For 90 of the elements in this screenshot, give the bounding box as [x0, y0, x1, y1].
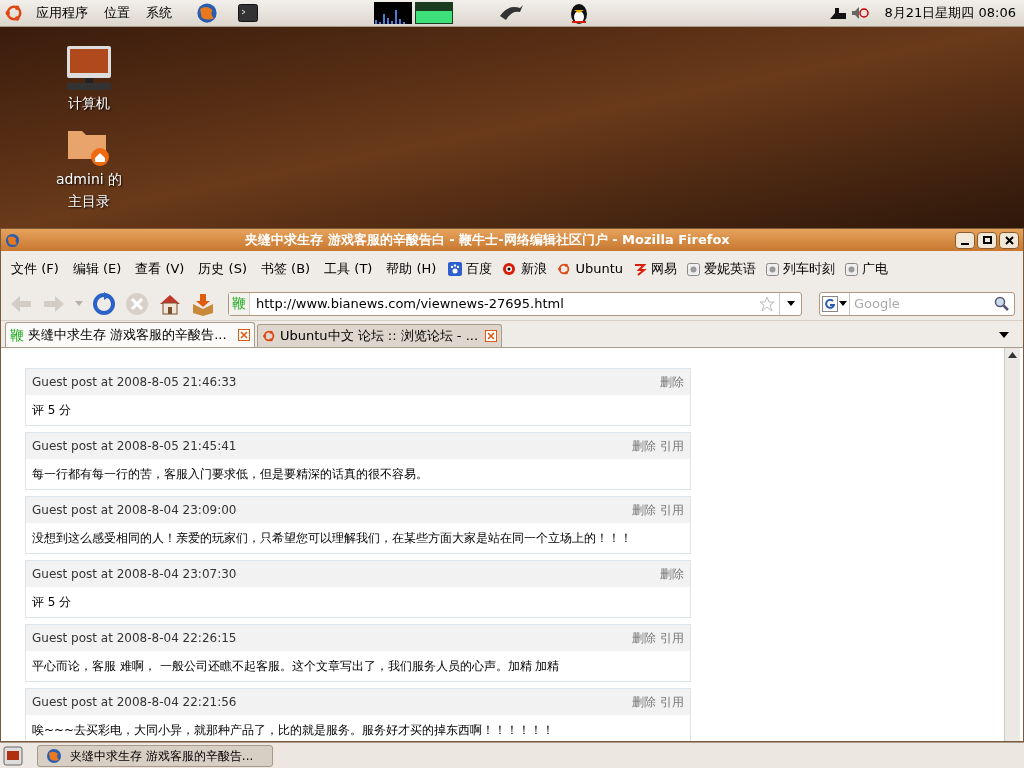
caret-icon	[786, 301, 795, 306]
window-title: 夹缝中求生存 游戏客服的辛酸告白 - 鞭牛士-网络编辑社区门户 - Mozilla Firefox	[244, 231, 731, 250]
bookmark-link[interactable]: Ubuntu	[575, 259, 624, 279]
computer-icon[interactable]	[65, 45, 113, 91]
comment-action-link[interactable]: 引用	[660, 437, 684, 455]
panel-clock[interactable]: 8月21日星期四 08:06	[884, 3, 1016, 23]
ubuntu-logo-icon	[4, 3, 24, 23]
comment-text: 没想到这么感受相同的人！亲爱的玩家们，只希望您可以理解我们，在某些方面大家是站在同一个立场上的！！！	[32, 530, 632, 547]
panel-menu[interactable]: 应用程序	[32, 3, 92, 23]
comment-action-link[interactable]: 删除	[632, 693, 656, 711]
menu-item[interactable]: 文件 (F)	[9, 259, 61, 279]
menu-item[interactable]: 历史 (S)	[196, 259, 249, 279]
paw-icon	[448, 262, 463, 276]
comment-action-link[interactable]: 引用	[660, 501, 684, 519]
globe-icon	[46, 747, 62, 764]
ubuntu-logo-icon	[557, 262, 572, 276]
comment-text: 评 5 分	[32, 402, 72, 419]
bookmark-link[interactable]: 网易	[651, 259, 678, 279]
volume-icon[interactable]	[850, 6, 869, 20]
bookmark-link[interactable]: 广电	[862, 259, 889, 279]
tab-list-caret-icon[interactable]	[999, 332, 1009, 338]
maximize-icon	[982, 236, 992, 244]
terminal-icon[interactable]	[238, 4, 258, 22]
desktop-icon-label[interactable]: admini 的	[55, 169, 123, 189]
comment-action-link[interactable]: 引用	[660, 693, 684, 711]
comment-author-date: Guest post at 2008-8-04 23:07:30	[32, 566, 237, 583]
bookmark-link[interactable]: 列车时刻	[783, 259, 836, 279]
minimize-button[interactable]	[955, 231, 975, 249]
comment-author-date: Guest post at 2008-8-04 23:09:00	[32, 502, 237, 519]
taskbar-button[interactable]: 夹缝中求生存 游戏客服的辛酸告...	[37, 744, 273, 767]
comment-action-link[interactable]: 引用	[660, 629, 684, 647]
penguin-icon[interactable]	[568, 1, 590, 25]
globe-icon	[196, 2, 218, 24]
eye-icon	[502, 262, 518, 276]
search-field[interactable]: Google	[819, 291, 1015, 316]
tab-close-icon[interactable]	[238, 329, 250, 341]
comment-author-date: Guest post at 2008-8-04 22:26:15	[32, 630, 237, 647]
panel-menu[interactable]: 位置	[100, 3, 134, 23]
close-icon	[1004, 235, 1014, 245]
home-icon[interactable]	[158, 292, 182, 315]
comment-text: 平心而论，客服 难啊， 一般公司还瞧不起客服。这个文章写出了，我们服务人员的心声。加精 加精	[32, 658, 560, 675]
comment-text: 评 5 分	[32, 594, 72, 611]
browser-tab[interactable]: Ubuntu中文 论坛 :: 浏览论坛 - ...	[257, 324, 502, 347]
tab-title: Ubuntu中文 论坛 :: 浏览论坛 - ...	[280, 327, 480, 346]
address-bar[interactable]: 鞭 http://www.bianews.com/viewnews-27695.html	[228, 291, 802, 316]
download-box-icon[interactable]	[191, 291, 215, 316]
comment-author-date: Guest post at 2008-8-04 22:21:56	[32, 694, 237, 711]
scrollbar[interactable]	[1004, 348, 1020, 741]
menu-item[interactable]: 帮助 (H)	[384, 259, 439, 279]
comment-action-link[interactable]: 删除	[660, 373, 684, 391]
network-icon[interactable]	[828, 6, 847, 20]
search-input[interactable]: Google	[850, 293, 994, 314]
caret-icon[interactable]	[839, 301, 847, 306]
bookmark-page-icon	[687, 262, 701, 276]
comment-text: 每一行都有每一行的苦，客服入门要求低，但是要精深的话真的很不容易。	[32, 466, 428, 483]
search-icon[interactable]	[994, 295, 1010, 312]
menu-item[interactable]: 书签 (B)	[258, 259, 313, 279]
menu-item[interactable]: 编辑 (E)	[70, 259, 124, 279]
browser-tab[interactable]: 鞭 夹缝中求生存 游戏客服的辛酸告...	[5, 322, 255, 347]
bookmark-page-icon	[845, 262, 859, 276]
globe-icon	[5, 232, 20, 248]
bookmark-page-icon	[766, 262, 780, 276]
star-icon[interactable]	[759, 295, 775, 312]
bookmark-link[interactable]: 爱妮英语	[704, 259, 757, 279]
bookmark-link[interactable]: 百度	[466, 259, 493, 279]
reload-icon[interactable]	[92, 291, 116, 316]
comment-action-link[interactable]: 删除	[632, 501, 656, 519]
tab-site-mark: 鞭	[10, 325, 24, 345]
google-g-icon[interactable]	[822, 295, 838, 312]
desktop-icon-label[interactable]: 计算机	[68, 93, 110, 113]
desktop-icon-label[interactable]: 主目录	[68, 191, 110, 211]
close-button[interactable]	[999, 231, 1019, 249]
comment-text: 唉~~~去买彩电，大同小异，就那种产品了，比的就是服务。服务好才买的掉东西啊！！！！！！	[32, 722, 555, 739]
taskbar-title: 夹缝中求生存 游戏客服的辛酸告...	[70, 747, 254, 765]
bookmark-link[interactable]: 新浪	[521, 259, 548, 279]
minimize-icon	[961, 242, 969, 245]
menu-item[interactable]: 查看 (V)	[133, 259, 187, 279]
show-desktop-icon[interactable]	[3, 745, 23, 766]
comment-action-link[interactable]: 删除	[632, 437, 656, 455]
maximize-button[interactable]	[977, 231, 997, 249]
comment-action-link[interactable]: 删除	[660, 565, 684, 583]
comment-action-link[interactable]: 删除	[632, 629, 656, 647]
comment-author-date: Guest post at 2008-8-05 21:46:33	[32, 374, 237, 391]
comment-author-date: Guest post at 2008-8-05 21:45:41	[32, 438, 237, 455]
menu-item[interactable]: 工具 (T)	[322, 259, 375, 279]
ubuntu-logo-icon	[262, 329, 276, 343]
tab-title: 夹缝中求生存 游戏客服的辛酸告...	[28, 326, 228, 345]
panel-menu[interactable]: 系统	[142, 3, 176, 23]
url-text: http://www.bianews.com/viewnews-27695.html	[255, 294, 565, 313]
tab-close-icon[interactable]	[485, 330, 497, 342]
